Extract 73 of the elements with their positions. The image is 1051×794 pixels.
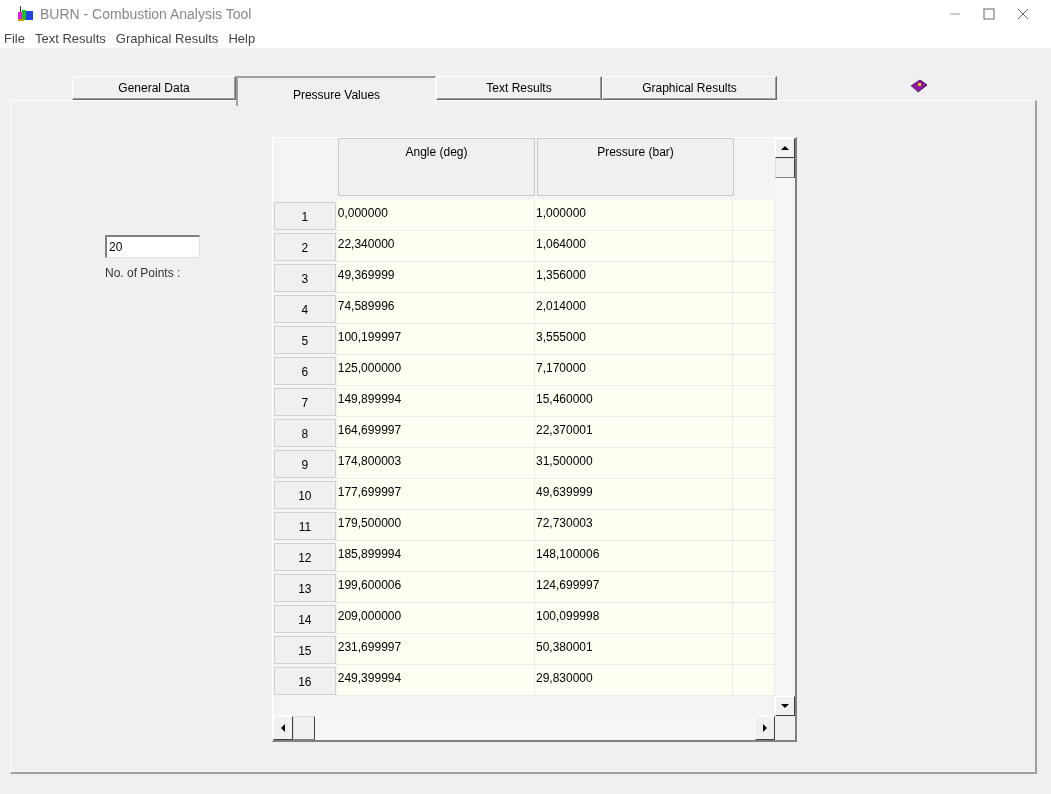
menu-item[interactable]: Graphical Results bbox=[115, 30, 219, 46]
help-book-icon[interactable] bbox=[909, 78, 929, 94]
row-header[interactable]: 14 bbox=[274, 605, 336, 633]
left-arrow-icon bbox=[279, 724, 287, 732]
row-header[interactable]: 11 bbox=[274, 512, 336, 540]
row-header[interactable]: 9 bbox=[274, 450, 336, 478]
table-cell[interactable]: 125,000000 bbox=[336, 355, 535, 386]
table-cell[interactable]: 29,830000 bbox=[534, 665, 734, 696]
table-cell[interactable]: 148,100006 bbox=[534, 541, 734, 572]
table-cell[interactable]: 179,500000 bbox=[336, 510, 535, 541]
table-cell[interactable]: 177,699997 bbox=[336, 479, 535, 510]
table-cell[interactable]: 164,699997 bbox=[336, 417, 535, 448]
row-header[interactable]: 16 bbox=[274, 667, 336, 695]
scroll-thumb[interactable] bbox=[775, 158, 795, 178]
scroll-thumb[interactable] bbox=[293, 716, 315, 740]
table-cell[interactable]: 0,000000 bbox=[336, 200, 535, 231]
table-cell[interactable]: 1,000000 bbox=[534, 200, 734, 231]
row-header[interactable]: 13 bbox=[274, 574, 336, 602]
right-arrow-icon bbox=[761, 724, 769, 732]
table-cell[interactable]: 231,699997 bbox=[336, 634, 535, 665]
row-header[interactable]: 15 bbox=[274, 636, 336, 664]
table-cell[interactable]: 49,639999 bbox=[534, 479, 734, 510]
column-header[interactable]: Pressure (bar) bbox=[537, 138, 734, 196]
table-cell[interactable]: 22,370001 bbox=[534, 417, 734, 448]
table-cell[interactable]: 149,899994 bbox=[336, 386, 535, 417]
row-header[interactable]: 3 bbox=[274, 264, 336, 292]
table-cell[interactable]: 2,014000 bbox=[534, 293, 734, 324]
tab[interactable]: Pressure Values bbox=[236, 76, 436, 106]
table-cell[interactable]: 31,500000 bbox=[534, 448, 734, 479]
menu-item[interactable]: Help bbox=[228, 30, 256, 46]
up-arrow-icon bbox=[781, 144, 789, 152]
table-cell[interactable]: 100,199997 bbox=[336, 324, 535, 355]
table-cell[interactable]: 185,899994 bbox=[336, 541, 535, 572]
points-input[interactable]: 20 bbox=[105, 235, 200, 258]
row-header[interactable]: 10 bbox=[274, 481, 336, 509]
row-header[interactable]: 5 bbox=[274, 326, 336, 354]
table-cell[interactable]: 249,399994 bbox=[336, 665, 535, 696]
table-cell[interactable]: 1,064000 bbox=[534, 231, 734, 262]
table-cell[interactable]: 15,460000 bbox=[534, 386, 734, 417]
horizontal-scrollbar[interactable] bbox=[273, 716, 775, 740]
row-header[interactable]: 2 bbox=[274, 233, 336, 261]
column-header[interactable]: Angle (deg) bbox=[338, 138, 535, 196]
row-header[interactable]: 12 bbox=[274, 543, 336, 571]
points-label: No. of Points : bbox=[105, 266, 181, 280]
menu-item[interactable]: File bbox=[4, 30, 25, 46]
window-title: BURN - Combustion Analysis Tool bbox=[40, 6, 252, 22]
table-cell[interactable]: 100,099998 bbox=[534, 603, 734, 634]
table-cell[interactable]: 72,730003 bbox=[534, 510, 734, 541]
row-header[interactable]: 4 bbox=[274, 295, 336, 323]
table-cell[interactable]: 22,340000 bbox=[336, 231, 535, 262]
table-cell[interactable]: 124,699997 bbox=[534, 572, 734, 603]
tab[interactable]: General Data bbox=[72, 76, 236, 100]
row-header[interactable]: 6 bbox=[274, 357, 336, 385]
row-header[interactable]: 8 bbox=[274, 419, 336, 447]
down-arrow-icon bbox=[781, 702, 789, 710]
table-cell[interactable]: 174,800003 bbox=[336, 448, 535, 479]
table-cell[interactable]: 3,555000 bbox=[534, 324, 734, 355]
table-cell[interactable]: 49,369999 bbox=[336, 262, 535, 293]
table-cell[interactable]: 7,170000 bbox=[534, 355, 734, 386]
menu-item[interactable]: Text Results bbox=[34, 30, 106, 46]
app-icon bbox=[18, 6, 34, 22]
table-cell[interactable]: 199,600006 bbox=[336, 572, 535, 603]
vertical-scrollbar[interactable] bbox=[775, 138, 795, 716]
table-cell[interactable]: 1,356000 bbox=[534, 262, 734, 293]
tab[interactable]: Graphical Results bbox=[602, 76, 777, 100]
maximize-icon[interactable] bbox=[983, 8, 995, 20]
table-cell[interactable]: 74,589996 bbox=[336, 293, 535, 324]
row-header[interactable]: 1 bbox=[274, 202, 336, 230]
close-icon[interactable] bbox=[1017, 8, 1029, 20]
table-cell[interactable]: 50,380001 bbox=[534, 634, 734, 665]
row-header[interactable]: 7 bbox=[274, 388, 336, 416]
table-cell[interactable]: 209,000000 bbox=[336, 603, 535, 634]
tab[interactable]: Text Results bbox=[436, 76, 602, 100]
